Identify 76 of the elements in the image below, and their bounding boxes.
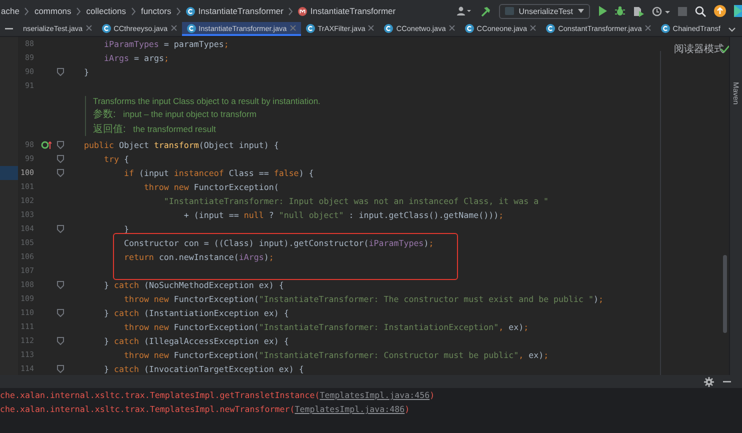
user-icon[interactable]	[456, 6, 472, 16]
search-icon[interactable]	[695, 6, 706, 16]
class-icon	[660, 24, 670, 32]
chevron-right-icon	[288, 6, 294, 16]
fold-icon[interactable]	[56, 337, 64, 345]
close-icon[interactable]	[290, 25, 296, 31]
fold-icon[interactable]	[56, 281, 64, 289]
class-icon	[306, 24, 315, 32]
chevron-right-icon	[76, 6, 82, 16]
close-icon[interactable]	[86, 25, 92, 31]
caret-icon	[578, 9, 584, 13]
stack-trace-line: che.xalan.internal.xsltc.trax.TemplatesImpl.getTransletInstance(TemplatesImpl.java:456)	[0, 389, 436, 402]
update-icon[interactable]	[714, 5, 726, 17]
hammer-icon[interactable]	[480, 6, 491, 16]
chevron-right-icon	[130, 6, 136, 16]
chevron-right-icon	[176, 6, 182, 16]
breadcrumb-item[interactable]: collections	[86, 6, 126, 16]
code-line: } catch (NoSuchMethodException ex) {	[102, 280, 284, 290]
class-icon	[384, 24, 394, 32]
close-icon[interactable]	[448, 25, 455, 31]
code-line: throw new FunctorException(	[142, 182, 279, 192]
doc-tag: 参数: input – the input object to transform	[93, 106, 320, 121]
class-icon	[546, 24, 556, 32]
doc-tag: 返回值: the transformed result	[93, 122, 320, 136]
close-icon[interactable]	[644, 25, 651, 31]
fold-icon[interactable]	[56, 68, 64, 76]
close-icon[interactable]	[368, 25, 374, 31]
code-line: } catch (InvocationTargetException ex) {	[102, 364, 304, 374]
code-line: "InstantiateTransformer: Input object was not an instanceof Class, it was a "	[162, 196, 549, 206]
class-icon	[464, 24, 474, 32]
code-line: + (input == null ? "null object" : input.getClass().getName()));	[182, 210, 504, 220]
class-icon	[186, 24, 196, 32]
code-line: iParamTypes = paramTypes;	[102, 39, 229, 49]
code-line: } catch (InstantiationException ex) {	[102, 308, 289, 318]
stack-trace-link[interactable]: TemplatesImpl.java:456	[320, 390, 430, 400]
code-line: throw new FunctorException("InstantiateTransformer: InstantiationException", ex);	[122, 322, 529, 332]
stack-trace-link[interactable]: TemplatesImpl.java:486	[294, 404, 405, 414]
code-line: if (input instanceof Class == false) {	[122, 168, 314, 178]
code-line: return con.newInstance(iArgs);	[122, 252, 274, 262]
class-icon	[102, 24, 111, 32]
coverage-icon[interactable]	[633, 6, 644, 16]
fold-icon[interactable]	[56, 309, 64, 317]
close-icon[interactable]	[530, 25, 536, 31]
override-marker-icon[interactable]	[40, 141, 52, 149]
close-icon[interactable]	[170, 25, 177, 31]
code-line: try {	[102, 154, 129, 164]
reader-mode-label[interactable]: 阅读器模式	[674, 42, 724, 56]
breadcrumb-item[interactable]: InstantiateTransformer	[198, 6, 284, 16]
code-line: throw new FunctorException("InstantiateTransformer: The constructor must exist and be public ");	[122, 294, 604, 304]
stop-icon[interactable]	[678, 6, 687, 16]
code-line: }	[84, 67, 89, 77]
class-icon	[186, 6, 196, 16]
breadcrumb-item[interactable]: commons	[34, 6, 72, 16]
run-icon[interactable]	[598, 6, 607, 16]
chevron-down-icon[interactable]	[728, 26, 736, 32]
run-configuration-dropdown[interactable]: UnserializeTest	[498, 4, 590, 18]
profiler-icon[interactable]	[652, 6, 670, 16]
code-line: public Object transform(Object input) {	[84, 140, 279, 150]
code-line: iArgs = args;	[102, 53, 169, 63]
scrollbar-thumb[interactable]	[723, 255, 727, 333]
doc-summary: Transforms the input Class object to a result by instantiation.	[93, 96, 320, 106]
stack-trace-line: che.xalan.internal.xsltc.trax.TemplatesImpl.newTransformer(TemplatesImpl.java:486)	[0, 403, 411, 416]
minimize-icon[interactable]	[723, 380, 731, 382]
method-icon	[298, 6, 308, 16]
settings-icon[interactable]	[704, 376, 714, 386]
code-line: } catch (IllegalAccessException ex) {	[102, 336, 289, 346]
breadcrumb-item[interactable]: functors	[140, 6, 172, 16]
minus-icon[interactable]	[5, 28, 13, 30]
chevron-right-icon	[24, 6, 30, 16]
fold-icon[interactable]	[56, 365, 64, 373]
code-line: throw new FunctorException("InstantiateTransformer: Constructor must be public", ex);	[122, 350, 549, 360]
breadcrumb-item[interactable]: ache	[1, 6, 20, 16]
bug-icon[interactable]	[615, 6, 625, 16]
code-line: Constructor con = ((Class) input).getConstructor(iParamTypes);	[122, 238, 434, 248]
fold-icon[interactable]	[56, 225, 64, 233]
breadcrumb-item[interactable]: InstantiateTransformer	[310, 6, 396, 16]
